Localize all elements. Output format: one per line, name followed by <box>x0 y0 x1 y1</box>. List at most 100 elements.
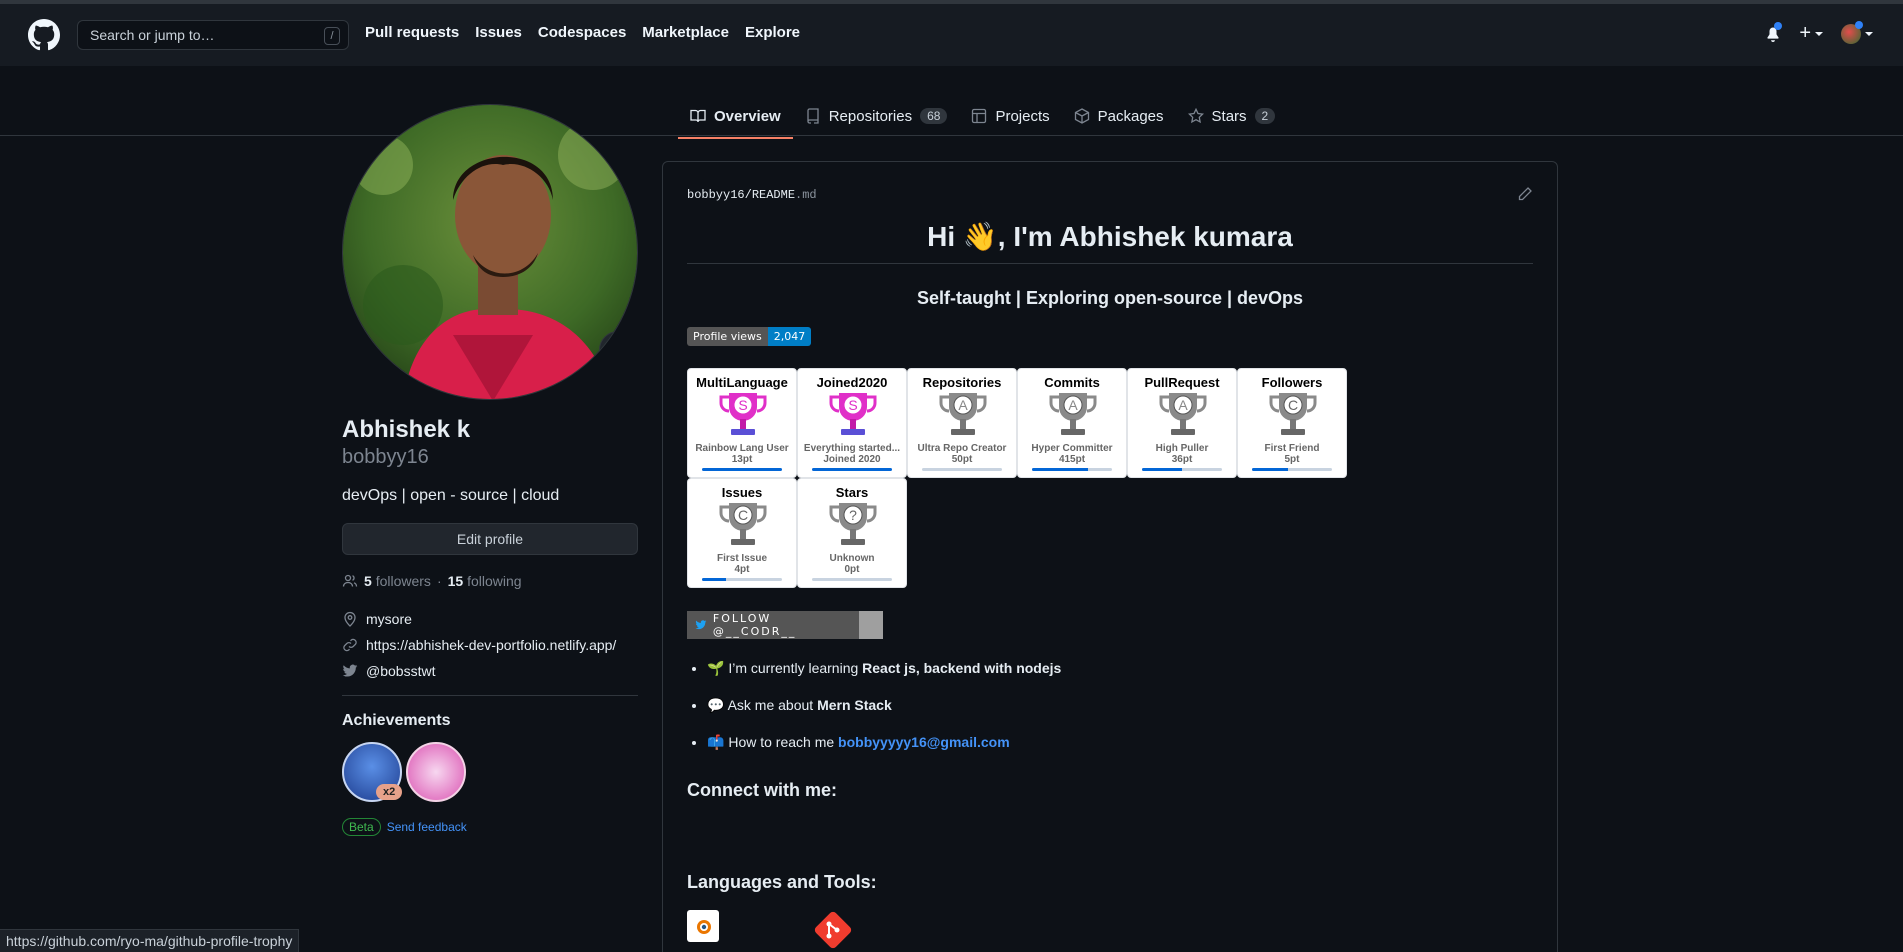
trophy-cup-icon: A <box>939 393 987 435</box>
nav-pull-requests[interactable]: Pull requests <box>365 24 459 41</box>
trophy-grid[interactable]: MultiLanguage S Rainbow Lang User 13pt Joine… <box>687 368 1347 588</box>
list-item: 📫 How to reach me bobbyyyyy16@gmail.com <box>707 733 1061 751</box>
chevron-down-icon <box>1865 31 1873 36</box>
search-input[interactable]: Search or jump to… / <box>77 20 349 50</box>
trophy-subtitle: First Friend 5pt <box>1264 443 1320 465</box>
notification-dot <box>1774 21 1783 30</box>
edit-profile-button[interactable]: Edit profile <box>342 523 638 555</box>
connect-heading: Connect with me: <box>687 780 838 800</box>
tab-overview[interactable]: Overview <box>678 94 793 139</box>
tab-repositories-label: Repositories <box>828 107 913 125</box>
twitter-follow-text: FOLLOW @__CODR__ <box>712 612 797 638</box>
avatar-photo <box>343 105 637 399</box>
book-icon <box>690 109 706 123</box>
blender-icon[interactable] <box>687 910 719 942</box>
trophy-card: MultiLanguage S Rainbow Lang User 13pt <box>687 368 797 478</box>
tab-stars[interactable]: Stars 2 <box>1176 94 1288 138</box>
edit-readme-button[interactable] <box>1517 186 1533 205</box>
tab-projects-label: Projects <box>995 107 1050 125</box>
trophy-title: PullRequest <box>1144 375 1220 390</box>
achievement-yolo[interactable] <box>406 742 466 802</box>
trophy-progress <box>1032 468 1112 471</box>
trophy-subtitle: First Issue 4pt <box>716 553 768 575</box>
trophy-rank: C <box>1288 397 1298 413</box>
profile-tabs: Overview Repositories 68 Projects Packag… <box>678 94 1288 139</box>
profile-avatar[interactable] <box>342 104 638 400</box>
twitter-bird-icon <box>695 620 707 630</box>
achievements-title: Achievements <box>342 712 451 729</box>
trophy-subtitle: Unknown 0pt <box>829 553 875 575</box>
github-logo-icon[interactable] <box>28 19 60 51</box>
followers-link[interactable]: 5 followers <box>364 573 431 589</box>
path-separator: / <box>744 188 752 202</box>
slash-key-hint: / <box>324 27 340 45</box>
nav-explore[interactable]: Explore <box>745 24 800 41</box>
views-label: Profile views <box>687 327 768 346</box>
trophy-title: Commits <box>1044 375 1100 390</box>
trophy-progress <box>1252 468 1332 471</box>
trophy-cup-icon: A <box>1159 393 1207 435</box>
follow-separator: · <box>436 573 442 589</box>
trophy-subtitle: High Puller 36pt <box>1155 443 1209 465</box>
website-link[interactable]: https://abhishek-dev-portfolio.netlify.a… <box>366 637 616 653</box>
profile-tabs-bar: Overview Repositories 68 Projects Packag… <box>0 66 1903 139</box>
tab-overview-label: Overview <box>714 107 781 125</box>
trophy-rank: A <box>958 397 968 413</box>
tab-repositories[interactable]: Repositories 68 <box>793 94 960 138</box>
trophy-progress <box>702 578 782 581</box>
trophy-card: PullRequest A High Puller 36pt <box>1127 368 1237 478</box>
user-menu-button[interactable] <box>1841 20 1873 44</box>
smiley-icon <box>610 342 626 358</box>
trophy-cup-icon: S <box>719 393 767 435</box>
trophy-progress <box>702 468 782 471</box>
trophy-progress <box>1142 468 1222 471</box>
trophy-cup-icon: C <box>1269 393 1317 435</box>
trophy-title: Repositories <box>922 375 1002 390</box>
package-icon <box>1074 108 1089 124</box>
status-dot <box>1855 20 1863 29</box>
chevron-down-icon <box>1815 31 1823 36</box>
trophy-card: Issues C First Issue 4pt <box>687 478 797 588</box>
readme-card: bobbyy16/README.md Hi 👋, I'm Abhishek ku… <box>662 161 1558 952</box>
repo-icon <box>807 108 819 124</box>
trophy-cup-icon: ? <box>829 503 877 545</box>
tab-packages-label: Packages <box>1097 107 1164 125</box>
twitter-link[interactable]: @bobsstwt <box>366 663 435 679</box>
tools-icons <box>687 910 855 950</box>
readme-path: bobbyy16/README.md <box>687 188 817 202</box>
location-text: mysore <box>366 611 412 627</box>
status-bar-url: https://github.com/ryo-ma/github-profile… <box>0 929 300 952</box>
readme-list: 🌱 I’m currently learning React js, backe… <box>707 659 1061 770</box>
profile-login: bobbyy16 <box>342 446 429 468</box>
readme-ext: .md <box>795 188 817 202</box>
twitter-icon <box>342 664 358 677</box>
location-icon <box>344 611 356 627</box>
trophy-title: MultiLanguage <box>696 375 788 390</box>
twitter-follow-label: FOLLOW @__CODR__ <box>687 611 859 639</box>
trophy-rank: A <box>1068 397 1078 413</box>
trophy-subtitle: Rainbow Lang User 13pt <box>695 443 789 465</box>
trophy-rank: S <box>848 397 857 413</box>
list-item: 💬 Ask me about Mern Stack <box>707 696 1061 714</box>
send-feedback-link[interactable]: Send feedback <box>387 820 467 834</box>
tab-packages[interactable]: Packages <box>1062 94 1176 138</box>
trophy-progress <box>812 468 892 471</box>
nav-marketplace[interactable]: Marketplace <box>642 24 729 41</box>
trophy-title: Followers <box>1261 375 1323 390</box>
nav-codespaces[interactable]: Codespaces <box>538 24 626 41</box>
git-icon[interactable] <box>811 910 855 950</box>
twitter-follow-badge[interactable]: FOLLOW @__CODR__ <box>687 611 883 639</box>
notifications-button[interactable] <box>1765 21 1783 42</box>
following-link[interactable]: 15 following <box>448 573 522 589</box>
trophy-subtitle: Everything started... Joined 2020 <box>803 443 901 465</box>
readme-owner-link[interactable]: bobbyy16 <box>687 188 745 202</box>
nav-issues[interactable]: Issues <box>475 24 522 41</box>
search-placeholder: Search or jump to… <box>90 27 215 43</box>
trophy-title: Issues <box>721 485 763 500</box>
set-status-button[interactable] <box>599 331 637 369</box>
trophy-cup-icon: C <box>719 503 767 545</box>
badge-multiplier: x2 <box>376 784 403 800</box>
tab-projects[interactable]: Projects <box>959 94 1061 138</box>
create-new-button[interactable]: + <box>1799 22 1823 45</box>
email-link[interactable]: bobbyyyyy16@gmail.com <box>838 734 1010 750</box>
